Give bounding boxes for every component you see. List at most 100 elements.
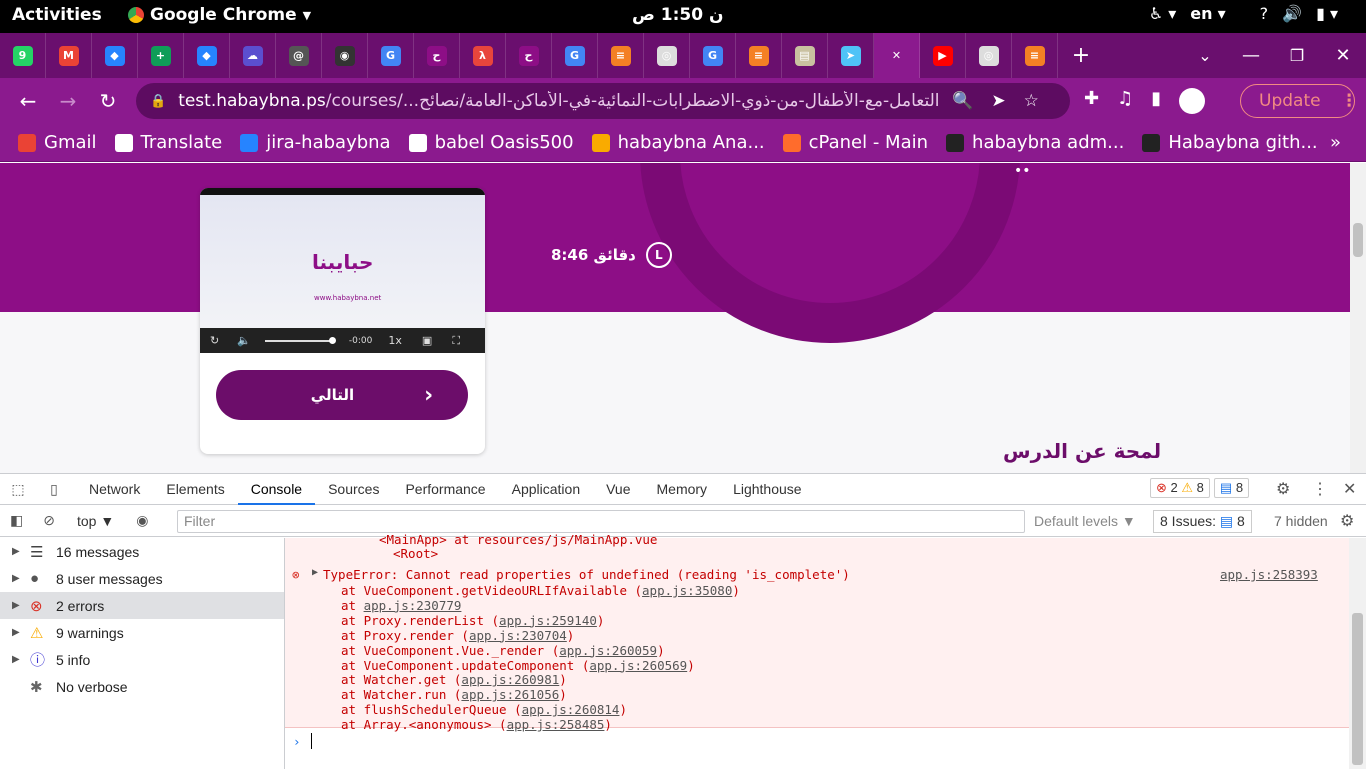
- stack-frame-link[interactable]: app.js:260814: [522, 702, 620, 717]
- address-bar[interactable]: 🔒 test.habaybna.ps/courses/...التعامل-مع…: [136, 83, 1070, 119]
- extensions-icon[interactable]: ✚: [1084, 88, 1099, 114]
- playback-speed[interactable]: 1x: [388, 334, 402, 347]
- app-menu[interactable]: Google Chrome ▼: [128, 5, 311, 25]
- tab-11[interactable]: ح: [506, 33, 552, 78]
- volume-icon[interactable]: 🔊: [1282, 4, 1302, 23]
- devtools-close-icon[interactable]: ✕: [1343, 479, 1356, 499]
- sidebar-item-user[interactable]: ▶ ● 8 user messages: [0, 565, 284, 592]
- tab-0[interactable]: 9: [0, 33, 46, 78]
- bookmark-2[interactable]: jira-habaybna: [240, 132, 391, 153]
- sidebar-item-error[interactable]: ▶ ⊗ 2 errors: [0, 592, 284, 619]
- volume-icon[interactable]: 🔈: [237, 334, 251, 347]
- page-scroll-thumb[interactable]: [1353, 223, 1363, 257]
- tab-4[interactable]: ◆: [184, 33, 230, 78]
- update-button[interactable]: Update ⋮: [1240, 84, 1358, 118]
- stack-frame-link[interactable]: app.js:260569: [589, 658, 687, 673]
- video-player[interactable]: حبايبنا www.habaybna.net ↻ 🔈 -0:00 1x ▣ …: [200, 188, 485, 353]
- tab-search-icon[interactable]: ⌄: [1182, 46, 1228, 65]
- tab-6[interactable]: @: [276, 33, 322, 78]
- console-settings-icon[interactable]: ⚙: [1340, 511, 1354, 531]
- settings-icon[interactable]: ⚙: [1276, 479, 1290, 499]
- tab-5[interactable]: ☁: [230, 33, 276, 78]
- fullscreen-icon[interactable]: ⛶: [452, 334, 460, 348]
- profile-avatar[interactable]: [1179, 88, 1206, 114]
- devtools-tab-vue[interactable]: Vue: [593, 474, 643, 505]
- sidebar-item-bug[interactable]: ✱ No verbose: [0, 673, 284, 700]
- devtools-tab-memory[interactable]: Memory: [644, 474, 721, 505]
- site-info-icon[interactable]: 🔒: [150, 94, 166, 109]
- stack-frame-link[interactable]: app.js:260981: [461, 672, 559, 687]
- devtools-tab-lighthouse[interactable]: Lighthouse: [720, 474, 815, 505]
- devtools-tab-performance[interactable]: Performance: [392, 474, 498, 505]
- expand-triangle-icon[interactable]: ▶: [312, 567, 318, 578]
- tab-16[interactable]: ≡: [736, 33, 782, 78]
- tab-14[interactable]: ◎: [644, 33, 690, 78]
- bookmark-6[interactable]: habaybna adm...: [946, 132, 1124, 153]
- bookmark-3[interactable]: babel Oasis500: [408, 132, 574, 153]
- clock[interactable]: ن 1:50 ص: [632, 5, 724, 25]
- stack-frame-link[interactable]: app.js:261056: [461, 687, 559, 702]
- tab-7[interactable]: ◉: [322, 33, 368, 78]
- tab-22[interactable]: ≡: [1012, 33, 1058, 78]
- tab-9[interactable]: ح: [414, 33, 460, 78]
- sidebar-item-warning[interactable]: ▶ ⚠ 9 warnings: [0, 619, 284, 646]
- tab-20[interactable]: ▶: [920, 33, 966, 78]
- console-scroll-thumb[interactable]: [1352, 613, 1363, 765]
- battery-icon[interactable]: ▮ ▾: [1316, 4, 1338, 23]
- activities-button[interactable]: Activities: [12, 5, 102, 25]
- tab-3[interactable]: +: [138, 33, 184, 78]
- replay-icon[interactable]: ↻: [210, 334, 219, 347]
- bookmark-1[interactable]: Translate: [114, 132, 222, 153]
- reload-icon[interactable]: ↻: [88, 89, 128, 113]
- tab-18[interactable]: ➤: [828, 33, 874, 78]
- forward-icon[interactable]: →: [48, 89, 88, 113]
- stack-frame-link[interactable]: app.js:230704: [469, 628, 567, 643]
- bookmark-star-icon[interactable]: ☆: [1024, 91, 1039, 111]
- stack-frame-link[interactable]: app.js:260059: [559, 643, 657, 658]
- devtools-tab-console[interactable]: Console: [237, 474, 316, 505]
- stack-frame-link[interactable]: app.js:35080: [642, 583, 732, 598]
- sidebar-toggle-icon[interactable]: ◧: [10, 512, 23, 529]
- next-button[interactable]: التالي ›: [216, 370, 468, 420]
- bookmark-0[interactable]: Gmail: [18, 132, 97, 153]
- device-toggle-icon[interactable]: ▯: [36, 481, 72, 498]
- new-tab-icon[interactable]: +: [1058, 43, 1104, 68]
- stack-frame-link[interactable]: app.js:259140: [499, 613, 597, 628]
- url-text[interactable]: test.habaybna.ps/courses/...التعامل-مع-ا…: [178, 91, 938, 111]
- video-frame[interactable]: حبايبنا www.habaybna.net: [200, 195, 485, 328]
- sidebar-item-list[interactable]: ▶ ☰ 16 messages: [0, 538, 284, 565]
- media-icon[interactable]: ♫: [1117, 88, 1133, 114]
- filter-input[interactable]: Filter: [177, 510, 1025, 533]
- log-levels-dropdown[interactable]: Default levels ▼: [1034, 513, 1136, 529]
- accessibility-icon[interactable]: ♿ ▾: [1149, 4, 1176, 23]
- tab-21[interactable]: ◎: [966, 33, 1012, 78]
- bookmark-5[interactable]: cPanel - Main: [782, 132, 928, 153]
- console-prompt[interactable]: ›: [285, 730, 1349, 769]
- tab-17[interactable]: ▤: [782, 33, 828, 78]
- pip-icon[interactable]: ▣: [422, 334, 432, 347]
- tab-19[interactable]: ✕: [874, 33, 920, 78]
- side-panel-icon[interactable]: ▮: [1151, 88, 1161, 114]
- issues-button[interactable]: 8 Issues: ▤ 8: [1153, 510, 1252, 533]
- send-icon[interactable]: ➤: [991, 91, 1005, 111]
- inspect-icon[interactable]: ⬚: [0, 481, 36, 498]
- page-scrollbar[interactable]: [1350, 163, 1366, 473]
- tab-1[interactable]: M: [46, 33, 92, 78]
- tab-15[interactable]: G: [690, 33, 736, 78]
- language-indicator[interactable]: en ▾: [1190, 4, 1225, 23]
- tab-13[interactable]: ≡: [598, 33, 644, 78]
- tab-8[interactable]: G: [368, 33, 414, 78]
- bookmark-4[interactable]: habaybna Ana...: [591, 132, 765, 153]
- context-selector[interactable]: top ▼: [77, 513, 114, 529]
- sidebar-item-info[interactable]: ▶ ⓘ 5 info: [0, 646, 284, 673]
- tab-12[interactable]: G: [552, 33, 598, 78]
- back-icon[interactable]: ←: [8, 89, 48, 113]
- maximize-icon[interactable]: ❐: [1274, 46, 1320, 65]
- minimize-icon[interactable]: —: [1228, 45, 1274, 66]
- help-icon[interactable]: ?: [1260, 4, 1269, 23]
- error-source-link[interactable]: app.js:258393: [1220, 567, 1318, 582]
- stack-frame-link[interactable]: app.js:230779: [364, 598, 462, 613]
- tab-2[interactable]: ◆: [92, 33, 138, 78]
- devtools-tab-elements[interactable]: Elements: [153, 474, 237, 505]
- devtools-tab-network[interactable]: Network: [76, 474, 153, 505]
